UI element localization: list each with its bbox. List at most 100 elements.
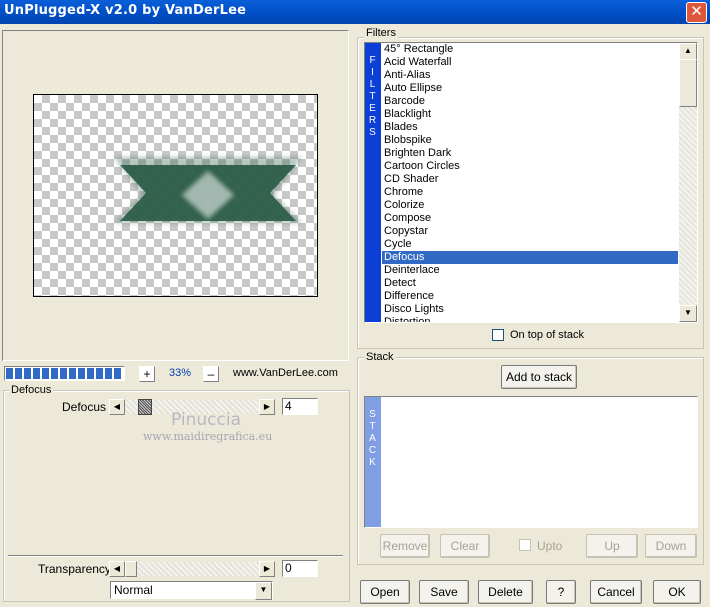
- side-letter: A: [369, 433, 377, 444]
- filter-list-item[interactable]: Copystar: [382, 225, 678, 238]
- filters-scrollbar[interactable]: ▲ ▼: [679, 43, 697, 322]
- progress-block: [6, 368, 13, 379]
- side-letter: I: [371, 67, 375, 78]
- clear-button[interactable]: Clear: [440, 534, 490, 558]
- scroll-down-button[interactable]: ▼: [679, 305, 697, 322]
- zoom-in-button[interactable]: +: [139, 366, 155, 382]
- delete-button[interactable]: Delete: [478, 580, 533, 604]
- transparency-value-input[interactable]: 0: [282, 560, 318, 577]
- filter-list-item[interactable]: Disco Lights: [382, 303, 678, 316]
- zoom-value: 33%: [168, 367, 192, 379]
- website-link[interactable]: www.VanDerLee.com: [233, 367, 338, 379]
- filter-list-item[interactable]: Defocus: [382, 251, 678, 264]
- scroll-thumb[interactable]: [679, 59, 697, 107]
- upto-label: Upto: [537, 539, 563, 553]
- filters-group-label: Filters: [364, 27, 398, 39]
- zoom-out-button[interactable]: –: [203, 366, 219, 382]
- on-top-label: On top of stack: [510, 329, 584, 341]
- filter-list-item[interactable]: Cartoon Circles: [382, 160, 678, 173]
- arrow-right-icon: ▶: [263, 564, 271, 573]
- preview-canvas: [33, 94, 318, 297]
- transparency-increase-button[interactable]: ▶: [259, 561, 275, 577]
- defocus-increase-button[interactable]: ▶: [259, 399, 275, 415]
- blend-mode-value: Normal: [114, 583, 153, 597]
- stack-side-letters: STACK: [365, 409, 381, 469]
- progress-block: [60, 368, 67, 379]
- filter-list-item[interactable]: Barcode: [382, 95, 678, 108]
- filter-list-item[interactable]: Cycle: [382, 238, 678, 251]
- progress-block: [51, 368, 58, 379]
- side-letter: E: [369, 103, 377, 114]
- help-button[interactable]: ?: [546, 580, 576, 604]
- filter-list-item[interactable]: Difference: [382, 290, 678, 303]
- side-letter: R: [368, 115, 378, 126]
- progress-block: [69, 368, 76, 379]
- watermark-name: Pinuccia: [171, 410, 241, 430]
- defocus-decrease-button[interactable]: ◀: [109, 399, 125, 415]
- progress-block: [15, 368, 22, 379]
- defocus-slider-thumb[interactable]: [138, 399, 152, 415]
- filter-list-item[interactable]: Chrome: [382, 186, 678, 199]
- transparency-label: Transparency: [38, 562, 111, 576]
- stack-list[interactable]: [382, 397, 697, 527]
- filter-list-item[interactable]: Blades: [382, 121, 678, 134]
- chevron-down-icon[interactable]: ▼: [255, 582, 272, 600]
- cancel-button[interactable]: Cancel: [590, 580, 642, 604]
- save-button[interactable]: Save: [419, 580, 469, 604]
- progress-block: [105, 368, 112, 379]
- filters-side-letters: FILTERS: [365, 55, 381, 139]
- defocus-label: Defocus: [62, 400, 107, 414]
- side-letter: T: [369, 91, 377, 102]
- filter-list-item[interactable]: Colorize: [382, 199, 678, 212]
- filter-list-item[interactable]: Compose: [382, 212, 678, 225]
- filter-list-item[interactable]: Blobspike: [382, 134, 678, 147]
- filter-list-item[interactable]: Deinterlace: [382, 264, 678, 277]
- progress-block: [33, 368, 40, 379]
- on-top-checkbox[interactable]: [492, 329, 504, 341]
- up-button[interactable]: Up: [586, 534, 638, 558]
- transparency-slider-track[interactable]: [125, 562, 259, 576]
- filter-list-item[interactable]: Distortion: [382, 316, 678, 322]
- arrow-left-icon: ◀: [113, 402, 121, 411]
- blend-mode-select[interactable]: Normal ▼: [110, 581, 273, 600]
- stack-group-label: Stack: [364, 351, 396, 363]
- filter-list-item[interactable]: Anti-Alias: [382, 69, 678, 82]
- side-letter: C: [368, 445, 378, 456]
- filter-list-item[interactable]: 45° Rectangle: [382, 43, 678, 56]
- preview-image: [114, 157, 302, 223]
- filter-list-item[interactable]: Detect: [382, 277, 678, 290]
- progress-bar: [4, 366, 125, 381]
- filter-list-item[interactable]: CD Shader: [382, 173, 678, 186]
- scroll-up-button[interactable]: ▲: [679, 43, 697, 60]
- filters-list[interactable]: 45° Rectangle Acid Waterfall Anti-Alias Aut…: [382, 43, 678, 322]
- arrow-right-icon: ▶: [263, 402, 271, 411]
- progress-block: [96, 368, 103, 379]
- add-to-stack-button[interactable]: Add to stack: [501, 365, 577, 389]
- window-title: UnPlugged-X v2.0 by VanDerLee: [4, 3, 247, 18]
- transparency-slider-thumb[interactable]: [125, 561, 137, 577]
- side-letter: K: [369, 457, 377, 468]
- close-button[interactable]: ✕: [686, 2, 707, 23]
- side-letter: S: [369, 127, 377, 138]
- watermark-url: www.maidiregrafica.eu: [143, 430, 273, 443]
- filter-list-item[interactable]: Brighten Dark: [382, 147, 678, 160]
- side-letter: T: [369, 421, 377, 432]
- open-button[interactable]: Open: [360, 580, 410, 604]
- transparency-decrease-button[interactable]: ◀: [109, 561, 125, 577]
- side-letter: F: [369, 55, 377, 66]
- plus-icon: +: [143, 367, 151, 381]
- down-button[interactable]: Down: [645, 534, 697, 558]
- filter-list-item[interactable]: Blacklight: [382, 108, 678, 121]
- progress-block: [87, 368, 94, 379]
- ok-button[interactable]: OK: [653, 580, 701, 604]
- progress-block: [78, 368, 85, 379]
- params-group-label: Defocus: [9, 384, 54, 396]
- progress-fill: [6, 368, 123, 379]
- filter-list-item[interactable]: Acid Waterfall: [382, 56, 678, 69]
- side-letter: L: [369, 79, 377, 90]
- upto-checkbox[interactable]: [519, 539, 531, 551]
- filters-side-bar: FILTERS: [365, 43, 381, 322]
- remove-button[interactable]: Remove: [380, 534, 430, 558]
- defocus-value-input[interactable]: 4: [282, 398, 318, 415]
- filter-list-item[interactable]: Auto Ellipse: [382, 82, 678, 95]
